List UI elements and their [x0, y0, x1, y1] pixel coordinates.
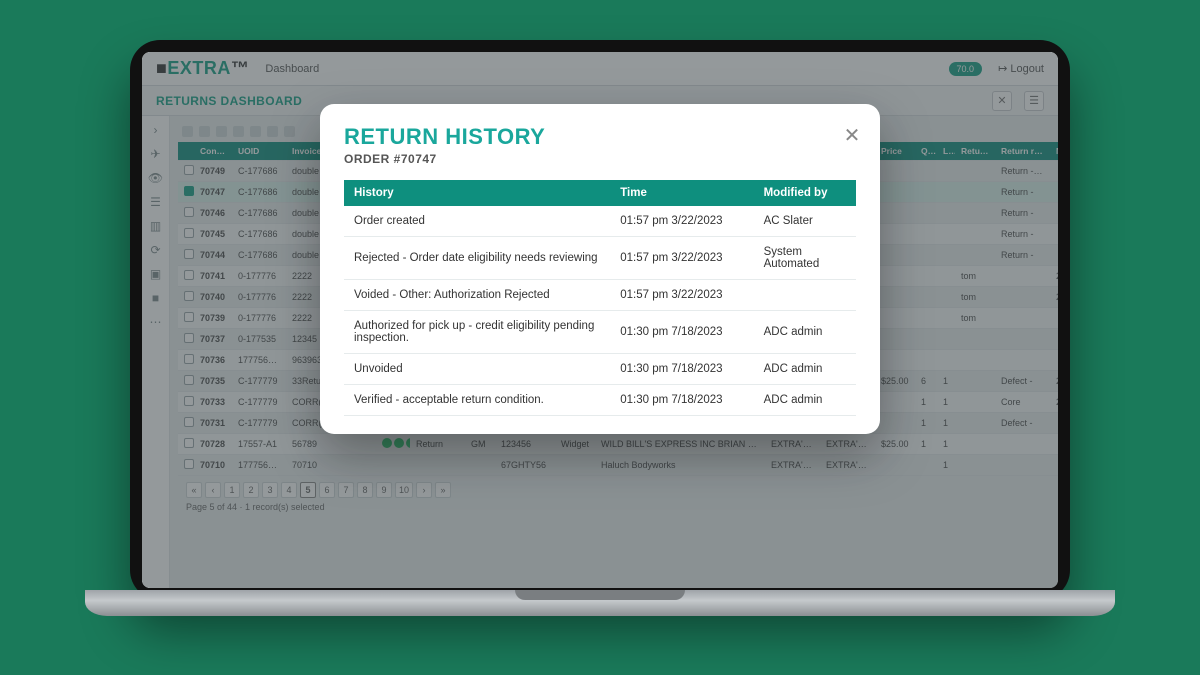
hist-cell-event: Verified - acceptable return condition. — [344, 385, 610, 416]
history-row: Verified - acceptable return condition.0… — [344, 385, 856, 416]
hist-cell-time: 01:30 pm 7/18/2023 — [610, 354, 753, 385]
history-table: History Time Modified by Order created01… — [344, 180, 856, 416]
hist-cell-time: 01:30 pm 7/18/2023 — [610, 385, 753, 416]
hist-cell-time: 01:57 pm 3/22/2023 — [610, 237, 753, 280]
history-row: Voided - Other: Authorization Rejected01… — [344, 280, 856, 311]
hist-cell-modified-by: AC Slater — [754, 206, 856, 237]
modal-subtitle: ORDER #70747 — [344, 152, 856, 166]
hist-cell-time: 01:57 pm 3/22/2023 — [610, 280, 753, 311]
history-row: Order created01:57 pm 3/22/2023AC Slater — [344, 206, 856, 237]
hist-cell-modified-by: ADC admin — [754, 311, 856, 354]
hist-cell-event: Unvoided — [344, 354, 610, 385]
history-row: Rejected - Order date eligibility needs … — [344, 237, 856, 280]
hist-cell-time: 01:57 pm 3/22/2023 — [610, 206, 753, 237]
hist-cell-modified-by: System Automated — [754, 237, 856, 280]
history-row: Unvoided01:30 pm 7/18/2023ADC admin — [344, 354, 856, 385]
laptop-base — [85, 590, 1115, 616]
hist-cell-modified-by: ADC admin — [754, 385, 856, 416]
history-row: Authorized for pick up - credit eligibil… — [344, 311, 856, 354]
hist-col-time: Time — [610, 180, 753, 206]
hist-cell-event: Order created — [344, 206, 610, 237]
modal-title: RETURN HISTORY — [344, 124, 856, 150]
hist-col-history: History — [344, 180, 610, 206]
return-history-modal: ✕ RETURN HISTORY ORDER #70747 History Ti… — [320, 104, 880, 434]
modal-close-button[interactable]: ✕ — [842, 126, 862, 146]
hist-cell-event: Authorized for pick up - credit eligibil… — [344, 311, 610, 354]
hist-cell-modified-by — [754, 280, 856, 311]
hist-cell-modified-by: ADC admin — [754, 354, 856, 385]
hist-cell-time: 01:30 pm 7/18/2023 — [610, 311, 753, 354]
hist-cell-event: Rejected - Order date eligibility needs … — [344, 237, 610, 280]
hist-cell-event: Voided - Other: Authorization Rejected — [344, 280, 610, 311]
hist-col-modified: Modified by — [754, 180, 856, 206]
